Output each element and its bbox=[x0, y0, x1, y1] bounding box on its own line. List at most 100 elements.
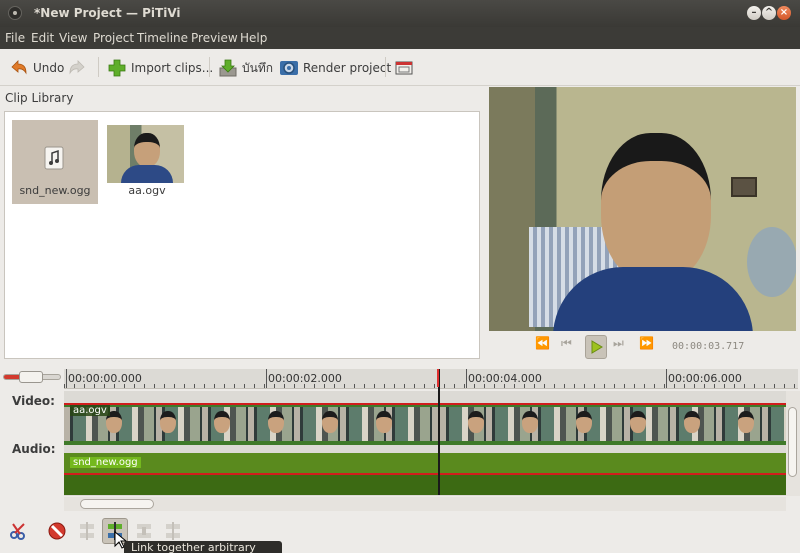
clip-library-list: snd_new.ogg aa.ogv bbox=[4, 111, 480, 359]
frame-thumb bbox=[630, 411, 646, 433]
maximize-button[interactable]: ^ bbox=[762, 6, 776, 20]
menu-help[interactable]: Help bbox=[240, 31, 267, 45]
timeline-toolbar bbox=[0, 513, 800, 553]
window-title: *New Project — PiTiVi bbox=[34, 6, 181, 20]
audio-waveform bbox=[64, 473, 438, 495]
timeline-panel: 00:00:00.000 00:00:02.000 00:00:04.000 0… bbox=[0, 365, 800, 513]
viewer-timecode: 00:00:03.717 bbox=[672, 341, 745, 352]
timeline-tracks: aa.ogv snd_new.ogg bbox=[64, 391, 786, 496]
audio-volume-line bbox=[440, 473, 786, 475]
ruler-major-tick bbox=[666, 369, 667, 388]
render-project-label: Render project bbox=[303, 61, 392, 75]
ruler-mark: 00:00:02.000 bbox=[268, 372, 342, 385]
frame-thumb bbox=[576, 411, 592, 433]
import-clips-label: Import clips... bbox=[131, 61, 214, 75]
frame-thumb bbox=[160, 411, 176, 433]
render-project-button[interactable]: Render project bbox=[279, 57, 391, 79]
menu-edit[interactable]: Edit bbox=[31, 31, 54, 45]
main-toolbar: Undo Import clips... บันทึก Render proje… bbox=[0, 49, 800, 86]
minimize-button[interactable]: – bbox=[747, 6, 761, 20]
app-menu-icon[interactable] bbox=[8, 6, 22, 20]
audio-clip-label: snd_new.ogg bbox=[70, 457, 141, 468]
menu-bar: File Edit View Project Timeline Preview … bbox=[0, 27, 800, 49]
menu-timeline[interactable]: Timeline bbox=[137, 31, 188, 45]
rewind-icon[interactable]: ⏪ bbox=[535, 336, 550, 350]
video-track-label: Video: bbox=[12, 394, 55, 408]
frame-thumb bbox=[376, 411, 392, 433]
frame-thumb bbox=[322, 411, 338, 433]
video-thumbnail bbox=[107, 125, 184, 183]
video-clip-label: aa.ogv bbox=[70, 405, 110, 416]
ruler-major-tick bbox=[66, 369, 67, 388]
play-icon bbox=[591, 340, 603, 354]
frame-thumb bbox=[214, 411, 230, 433]
toolbar-separator bbox=[385, 57, 386, 77]
timeline-vertical-scrollbar[interactable] bbox=[786, 391, 800, 496]
audio-clip[interactable]: snd_new.ogg bbox=[64, 453, 438, 495]
ruler-mark: 00:00:04.000 bbox=[468, 372, 542, 385]
frame-thumb bbox=[684, 411, 700, 433]
frame-thumb bbox=[468, 411, 484, 433]
video-clip[interactable] bbox=[440, 403, 786, 445]
audio-volume-line bbox=[64, 473, 438, 475]
ruler-mark: 00:00:00.000 bbox=[68, 372, 142, 385]
redo-arrow-icon bbox=[67, 58, 87, 78]
ungroup-icon[interactable] bbox=[163, 521, 183, 541]
audio-clip[interactable] bbox=[440, 453, 786, 495]
library-clip-aa[interactable]: aa.ogv bbox=[104, 120, 190, 204]
save-label: บันทึก bbox=[242, 60, 273, 75]
zoom-slider[interactable] bbox=[3, 371, 61, 383]
frame-thumb bbox=[738, 411, 754, 433]
fullscreen-button[interactable] bbox=[394, 57, 414, 79]
add-plus-icon bbox=[107, 58, 127, 78]
skip-back-icon[interactable]: ⏮ bbox=[561, 336, 572, 351]
library-clip-snd-new[interactable]: snd_new.ogg bbox=[12, 120, 98, 204]
playhead-marker bbox=[437, 369, 439, 387]
clip-library-panel: Clip Library snd_new.ogg aa.ogv bbox=[0, 87, 482, 361]
clip-selection-line bbox=[64, 403, 438, 405]
audio-file-icon bbox=[44, 146, 64, 170]
delete-icon[interactable] bbox=[47, 521, 67, 541]
save-download-icon bbox=[218, 58, 238, 78]
ruler-major-tick bbox=[466, 369, 467, 388]
transport-controls: ⏪ ⏮ ⏭ ⏩ 00:00:03.717 bbox=[489, 333, 796, 361]
ruler-mark: 00:00:06.000 bbox=[668, 372, 742, 385]
play-button[interactable] bbox=[585, 335, 607, 359]
audio-track-label: Audio: bbox=[12, 442, 56, 456]
undo-arrow-icon bbox=[9, 58, 29, 78]
toolbar-separator bbox=[98, 57, 99, 77]
library-clip-label: snd_new.ogg bbox=[19, 184, 91, 197]
ruler-major-tick bbox=[266, 369, 267, 388]
menu-file[interactable]: File bbox=[5, 31, 25, 45]
library-clip-label: aa.ogv bbox=[128, 184, 166, 197]
frame-thumb bbox=[268, 411, 284, 433]
video-clip-frames bbox=[440, 407, 786, 441]
fast-forward-icon[interactable]: ⏩ bbox=[639, 336, 654, 350]
video-clip[interactable]: aa.ogv bbox=[64, 403, 438, 445]
save-button[interactable]: บันทึก bbox=[218, 57, 273, 79]
toolbar-separator bbox=[209, 57, 210, 77]
render-gear-icon bbox=[279, 58, 299, 78]
redo-button[interactable] bbox=[67, 57, 87, 79]
tooltip: Link together arbitrary clips bbox=[124, 541, 282, 553]
frame-thumb bbox=[522, 411, 538, 433]
split-scissors-icon[interactable] bbox=[9, 521, 29, 541]
timeline-playhead[interactable] bbox=[438, 369, 440, 495]
menu-view[interactable]: View bbox=[59, 31, 87, 45]
menu-preview[interactable]: Preview bbox=[191, 31, 238, 45]
unlink-icon[interactable] bbox=[77, 521, 97, 541]
timeline-horizontal-scrollbar[interactable] bbox=[64, 497, 786, 511]
close-button[interactable]: × bbox=[777, 6, 791, 20]
menu-project[interactable]: Project bbox=[93, 31, 134, 45]
undo-label: Undo bbox=[33, 61, 65, 75]
skip-forward-icon[interactable]: ⏭ bbox=[613, 336, 624, 351]
timeline-ruler[interactable]: 00:00:00.000 00:00:02.000 00:00:04.000 0… bbox=[64, 369, 798, 389]
track-labels: Video: Audio: bbox=[0, 391, 63, 496]
undo-button[interactable]: Undo bbox=[9, 57, 64, 79]
import-clips-button[interactable]: Import clips... bbox=[107, 57, 213, 79]
clip-selection-line bbox=[440, 403, 786, 405]
fullscreen-icon bbox=[394, 58, 414, 78]
clip-library-title: Clip Library bbox=[5, 91, 74, 105]
group-icon[interactable] bbox=[134, 521, 154, 541]
title-bar: *New Project — PiTiVi – ^ × bbox=[0, 0, 800, 27]
